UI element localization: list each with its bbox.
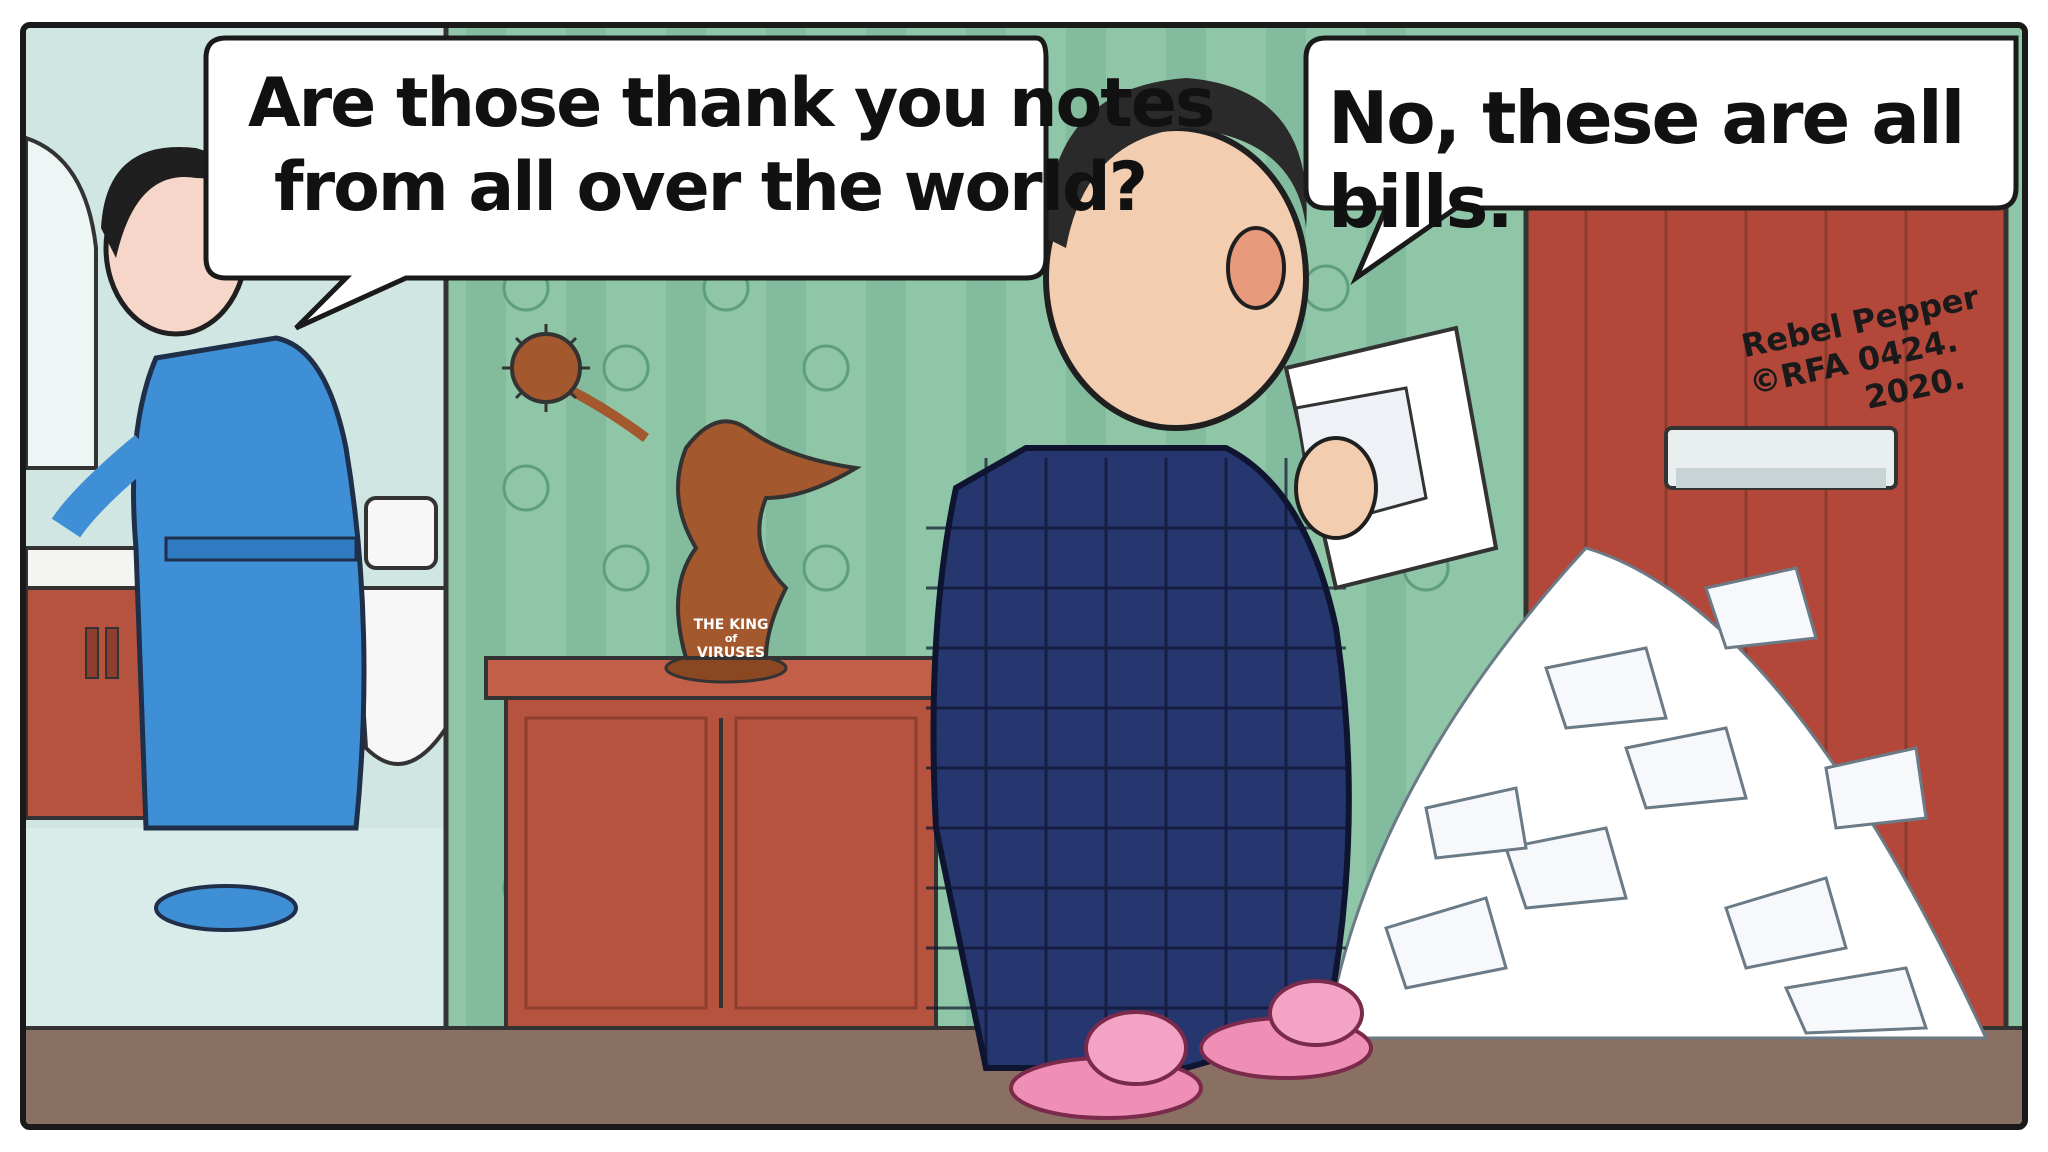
husband-speech-text: No, these are all bills. (1328, 76, 1965, 244)
plaque-line-1: THE KING (693, 617, 769, 633)
wife-speech-line-2: from all over the world? (274, 148, 1148, 227)
comic-panel: Are those thank you notes from all over … (20, 22, 2028, 1130)
wooden-cabinet (484, 656, 958, 1030)
statue-plaque: THE KING of VIRUSES (686, 618, 776, 660)
plaque-line-3: VIRUSES (697, 645, 765, 661)
plaque-line-2: of (724, 632, 738, 645)
wife-speech-line-1: Are those thank you notes (248, 64, 1215, 143)
